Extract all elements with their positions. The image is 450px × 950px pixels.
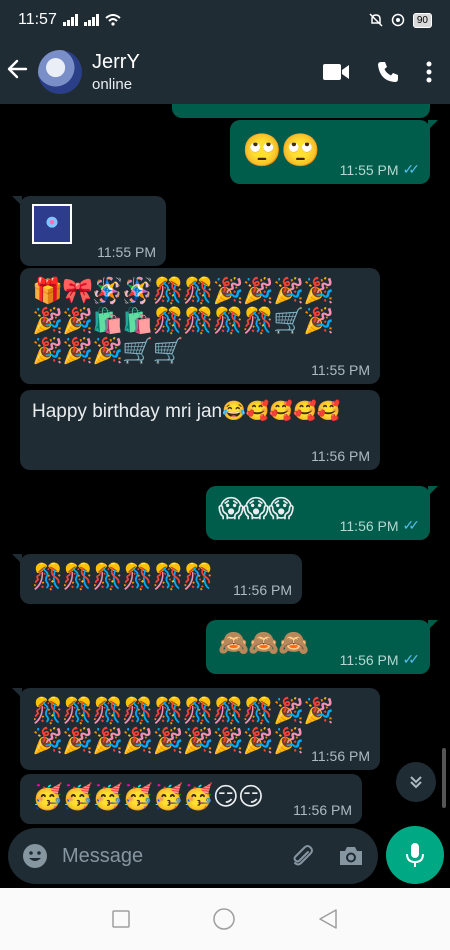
message-text: Happy birthday mri jan😂🥰🥰🥰🥰 bbox=[32, 401, 341, 422]
back-button[interactable] bbox=[6, 58, 38, 86]
phone-icon[interactable] bbox=[376, 60, 400, 84]
message-time: 11:56 PM bbox=[293, 802, 352, 818]
avatar[interactable] bbox=[38, 50, 82, 94]
read-receipt-icon: ✓✓ bbox=[402, 651, 421, 667]
message-time: 11:56 PM bbox=[339, 517, 399, 534]
message-time: 11:56 PM bbox=[339, 651, 399, 668]
compose-bar bbox=[0, 826, 450, 888]
message-bubble-incoming[interactable]: 🎁🎀🪅🪅🎊🎊🎉🎉🎉🎉🎉🎉🛍️🛍️🎊🎊🎊🎊🛒🎉🎉🎉🎉🛒🛒 11:55 PM bbox=[20, 268, 380, 384]
triangle-back-icon[interactable] bbox=[318, 909, 338, 929]
wifi-icon bbox=[105, 14, 121, 26]
message-time: 11:55 PM bbox=[311, 362, 370, 378]
message-time: 11:56 PM bbox=[311, 448, 370, 464]
message-bubble-incoming[interactable]: Happy birthday mri jan😂🥰🥰🥰🥰 11:56 PM bbox=[20, 390, 380, 470]
signal-icon bbox=[62, 14, 78, 26]
message-content: 🎁🎀🪅🪅🎊🎊🎉🎉🎉🎉🎉🎉🛍️🛍️🎊🎊🎊🎊🛒🎉🎉🎉🎉🛒🛒 bbox=[32, 276, 334, 365]
emoji-icon[interactable] bbox=[22, 843, 48, 869]
scrollbar[interactable] bbox=[442, 748, 446, 808]
contact-info[interactable]: JerrY online bbox=[92, 51, 140, 93]
message-bubble-outgoing[interactable]: 😱😱😱 11:56 PM ✓✓ bbox=[206, 486, 438, 540]
message-bubble-partial bbox=[172, 104, 430, 118]
message-content: 🎊🎊🎊🎊🎊🎊🎊🎊🎉🎉🎉🎉🎉🎉🎉🎉🎉🎉🎉 bbox=[32, 696, 334, 755]
bell-off-icon bbox=[369, 13, 383, 27]
voice-record-button[interactable] bbox=[386, 826, 444, 884]
read-receipt-icon: ✓✓ bbox=[402, 517, 421, 533]
status-time: 11:57 bbox=[18, 11, 57, 28]
arrow-left-icon bbox=[7, 59, 28, 79]
contact-status: online bbox=[92, 76, 133, 93]
message-bubble-incoming[interactable]: 🎊🎊🎊🎊🎊🎊 11:56 PM bbox=[12, 554, 302, 604]
message-bubble-outgoing[interactable]: 🙈🙈🙈 11:56 PM ✓✓ bbox=[206, 620, 438, 674]
message-bubble-incoming[interactable]: 11:55 PM bbox=[12, 196, 166, 266]
message-time: 11:56 PM bbox=[311, 748, 370, 764]
microphone-icon bbox=[406, 843, 424, 867]
fireworks-image[interactable] bbox=[32, 204, 72, 244]
message-box bbox=[8, 828, 378, 884]
system-nav-bar bbox=[0, 888, 450, 950]
double-chevron-down-icon bbox=[410, 776, 422, 789]
message-list[interactable]: 🙄🙄 11:55 PM ✓✓ 11:55 PM 🎁🎀🪅🪅🎊🎊🎉🎉🎉🎉🎉🎉🛍️🛍️🎊… bbox=[0, 104, 450, 824]
message-bubble-outgoing[interactable]: 🙄🙄 11:55 PM ✓✓ bbox=[230, 120, 438, 184]
message-time: 11:55 PM bbox=[339, 161, 399, 178]
chat-header: JerrY online bbox=[0, 40, 450, 104]
signal-icon bbox=[83, 14, 99, 26]
circle-icon[interactable] bbox=[213, 908, 235, 930]
scroll-to-bottom-button[interactable] bbox=[396, 762, 436, 802]
message-bubble-incoming[interactable]: 🥳🥳🥳🥳🥳🥳😏😏 11:56 PM bbox=[20, 774, 362, 824]
battery-indicator: 90 bbox=[412, 12, 432, 28]
status-bar: 11:57 90 bbox=[0, 0, 450, 40]
more-vert-icon[interactable] bbox=[426, 61, 432, 83]
square-icon[interactable] bbox=[111, 910, 130, 928]
paperclip-icon[interactable] bbox=[290, 843, 316, 869]
message-bubble-incoming[interactable]: 🎊🎊🎊🎊🎊🎊🎊🎊🎉🎉🎉🎉🎉🎉🎉🎉🎉🎉🎉 11:56 PM bbox=[12, 688, 380, 770]
message-time: 11:55 PM bbox=[97, 244, 156, 260]
message-input[interactable] bbox=[62, 844, 262, 868]
camera-icon[interactable] bbox=[338, 845, 364, 867]
message-time: 11:56 PM bbox=[233, 582, 292, 598]
read-receipt-icon: ✓✓ bbox=[402, 161, 421, 177]
video-camera-icon[interactable] bbox=[322, 62, 350, 82]
contact-name: JerrY bbox=[92, 51, 140, 73]
data-saver-icon bbox=[391, 13, 405, 27]
